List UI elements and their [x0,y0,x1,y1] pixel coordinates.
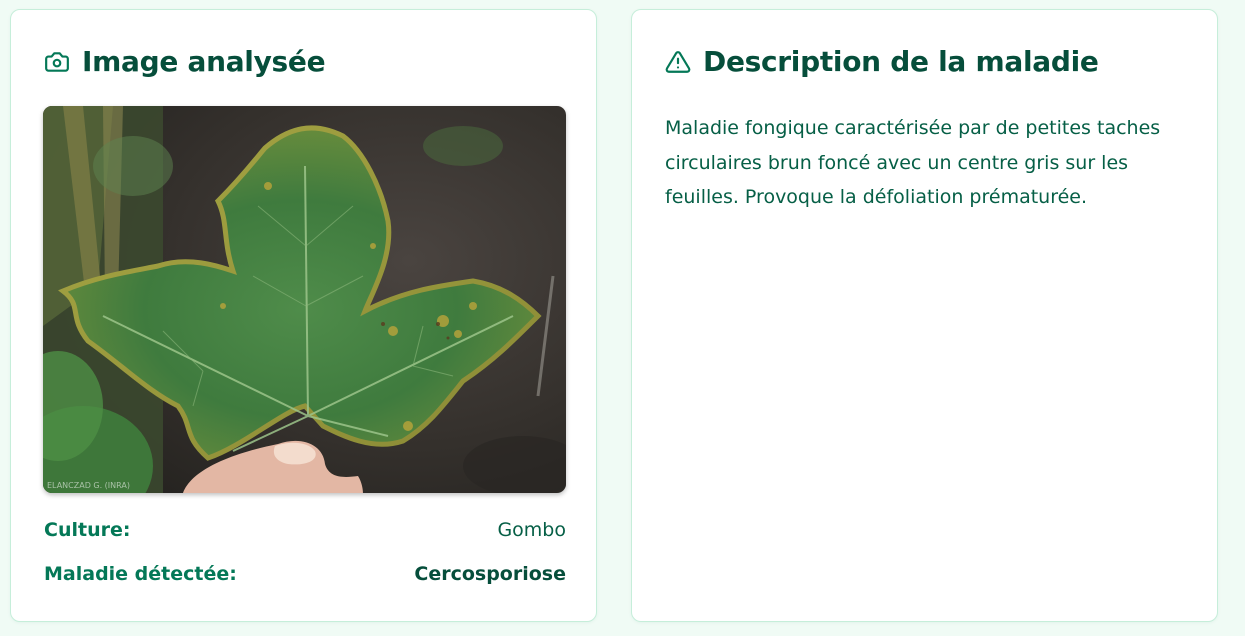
culture-row: Culture: Gombo [44,519,566,541]
detected-disease-row: Maladie détectée: Cercosporiose [44,563,566,585]
camera-icon [44,49,70,75]
disease-description-card: Description de la maladie Maladie fongiq… [631,9,1218,622]
analyzed-image-title: Image analysée [82,45,326,78]
detected-disease-label: Maladie détectée: [44,563,237,585]
analyzed-image-header: Image analysée [44,45,326,78]
disease-description-header: Description de la maladie [665,48,1099,76]
culture-label: Culture: [44,519,131,541]
image-watermark: ELANCZAD G. (INRA) [47,481,130,490]
detected-disease-value: Cercosporiose [414,563,566,585]
culture-value: Gombo [497,519,566,541]
warning-triangle-icon [665,49,691,75]
disease-description-text: Maladie fongique caractérisée par de pet… [665,117,1161,208]
disease-description-title: Description de la maladie [703,45,1099,78]
analyzed-image-card: Image analysée ELANCZAD G. (INRA) Cultur… [10,9,597,622]
analyzed-leaf-photo: ELANCZAD G. (INRA) [43,106,566,493]
